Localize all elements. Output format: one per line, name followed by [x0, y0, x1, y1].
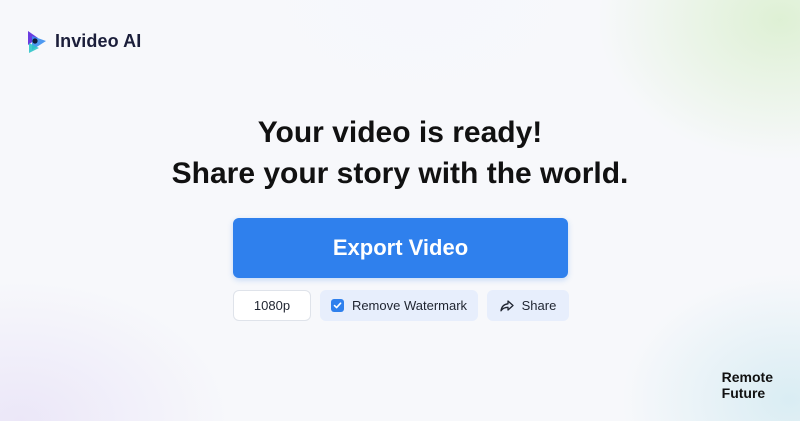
invideo-logo[interactable]: Invideo AI	[25, 28, 141, 54]
watermark-line-1: Remote	[721, 369, 773, 385]
share-arrow-icon	[499, 299, 514, 312]
export-video-button[interactable]: Export Video	[233, 218, 568, 278]
share-button[interactable]: Share	[487, 290, 569, 321]
remote-future-watermark: Remote Future	[722, 369, 773, 401]
remove-watermark-label: Remove Watermark	[351, 298, 468, 313]
share-label: Share	[521, 298, 557, 313]
watermark-line-2: Future	[721, 385, 766, 401]
logo-text: Invideo AI	[55, 30, 142, 51]
resolution-label: 1080p	[253, 298, 291, 313]
headline-line-1: Your video is ready!	[257, 116, 543, 149]
checkbox-checked-icon[interactable]	[330, 299, 344, 312]
page-headline: Your video is ready! Share your story wi…	[0, 112, 800, 194]
resolution-selector[interactable]: 1080p	[233, 290, 311, 321]
export-options: 1080p Remove Watermark Share	[233, 290, 569, 321]
invideo-logo-icon	[25, 28, 49, 54]
headline-line-2: Share your story with the world.	[171, 157, 629, 190]
remove-watermark-toggle[interactable]: Remove Watermark	[320, 290, 478, 321]
